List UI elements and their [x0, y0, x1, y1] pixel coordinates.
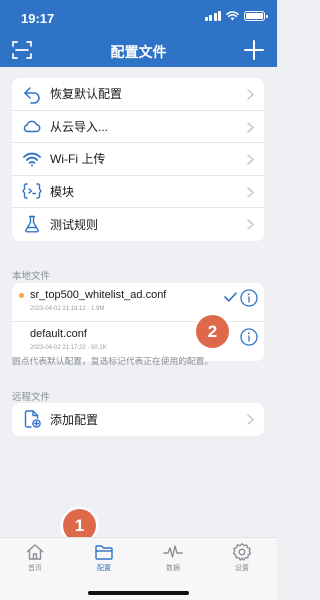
menu-item-module[interactable]: 模块 — [12, 176, 264, 208]
annotation-badge-2: 2 — [196, 315, 229, 348]
chevron-right-icon — [247, 186, 254, 198]
info-icon[interactable] — [240, 289, 258, 307]
folder-icon — [95, 545, 113, 560]
chevron-right-icon — [247, 414, 254, 425]
module-icon — [22, 183, 42, 199]
remote-files-section-label: 远程文件 — [12, 392, 51, 403]
file-row[interactable]: sr_top500_whitelist_ad.conf 2023-04-02 2… — [12, 283, 264, 322]
status-bar: 19:17 — [0, 0, 277, 32]
cloud-icon — [23, 120, 41, 133]
pulse-icon — [163, 545, 183, 558]
add-icon[interactable] — [243, 39, 265, 61]
status-time: 19:17 — [21, 11, 55, 26]
tab-label: 首页 — [28, 565, 42, 572]
menu-item-label: Wi-Fi 上传 — [50, 152, 106, 167]
menu-item-wifi-upload[interactable]: Wi-Fi 上传 — [12, 143, 264, 176]
file-name: default.conf — [30, 328, 87, 340]
file-meta: 2023-04-02 21:18:12 · 1.9M — [30, 306, 105, 312]
tab-settings[interactable]: 设置 — [217, 542, 267, 573]
settings-icon — [232, 543, 252, 561]
chevron-right-icon — [247, 89, 254, 100]
file-meta: 2023-04-02 21:17:22 · 90.1K — [30, 345, 107, 351]
tab-label: 配置 — [97, 565, 111, 572]
cellular-signal-icon — [204, 11, 221, 21]
info-icon[interactable] — [240, 328, 258, 346]
menu-item-label: 测试规则 — [50, 217, 99, 232]
restore-icon — [24, 87, 40, 104]
home-icon — [26, 544, 44, 560]
add-config-button[interactable]: 添加配置 — [12, 403, 264, 436]
menu-item-label: 从云导入... — [50, 119, 109, 134]
checkmark-icon — [224, 292, 237, 302]
file-name: sr_top500_whitelist_ad.conf — [30, 289, 167, 301]
tab-data[interactable]: 数据 — [148, 542, 198, 573]
tab-label: 设置 — [235, 565, 249, 572]
add-file-icon — [24, 410, 41, 429]
remote-files-card: 添加配置 — [12, 403, 264, 436]
local-files-section-label: 本地文件 — [12, 271, 51, 282]
menu-item-test-rules[interactable]: 测试规则 — [12, 208, 264, 241]
chevron-right-icon — [247, 219, 254, 230]
local-files-hint: 圆点代表默认配置，复选标记代表正在使用的配置。 — [12, 356, 214, 366]
menu-item-label: 模块 — [50, 184, 75, 199]
status-icons — [204, 11, 268, 21]
home-indicator — [88, 591, 189, 595]
nav-bar: 配置文件 — [0, 32, 277, 67]
flask-icon — [25, 216, 39, 233]
page-title: 配置文件 — [110, 44, 167, 60]
tab-config[interactable]: 配置 — [79, 542, 129, 573]
wifi-status-icon — [226, 11, 239, 21]
add-config-label: 添加配置 — [50, 412, 99, 427]
chevron-right-icon — [247, 154, 254, 165]
wifi-icon — [23, 152, 41, 167]
menu-item-import-cloud[interactable]: 从云导入... — [12, 111, 264, 143]
tab-label: 数据 — [166, 565, 180, 572]
menu-item-restore-default[interactable]: 恢复默认配置 — [12, 78, 264, 111]
chevron-right-icon — [247, 121, 254, 133]
default-config-dot — [19, 293, 24, 298]
tab-home[interactable]: 首页 — [10, 542, 60, 573]
menu-item-label: 恢复默认配置 — [50, 87, 123, 102]
battery-icon — [244, 11, 268, 21]
config-menu-card: 恢复默认配置 从云导入... Wi-Fi 上传 模块 测试规则 — [12, 78, 264, 241]
